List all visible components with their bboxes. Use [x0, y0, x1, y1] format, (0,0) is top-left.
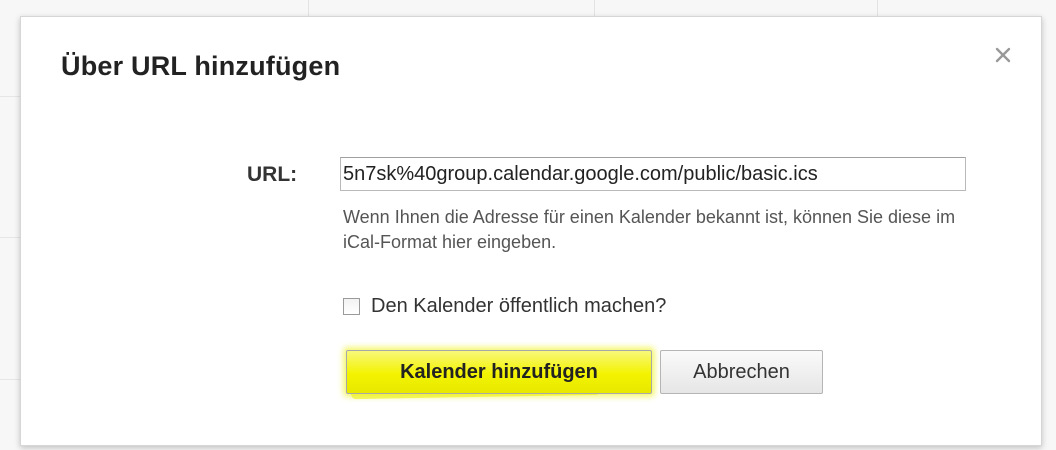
- url-help-text: Wenn Ihnen die Adresse für einen Kalende…: [343, 207, 956, 252]
- close-button[interactable]: [991, 43, 1015, 67]
- cancel-button[interactable]: Abbrechen: [660, 350, 823, 394]
- grid-line: [0, 379, 20, 380]
- public-calendar-label[interactable]: Den Kalender öffentlich machen?: [371, 295, 666, 318]
- dialog-title: Über URL hinzufügen: [61, 51, 341, 81]
- grid-line: [0, 96, 20, 97]
- add-by-url-dialog: Über URL hinzufügen URL: Wenn Ihnen die …: [20, 16, 1042, 446]
- url-input[interactable]: [340, 157, 966, 191]
- public-calendar-option: Den Kalender öffentlich machen?: [343, 294, 666, 318]
- close-icon: [995, 47, 1011, 63]
- url-label: URL:: [247, 163, 298, 186]
- public-calendar-checkbox[interactable]: [343, 297, 360, 315]
- add-calendar-button[interactable]: Kalender hinzufügen: [346, 350, 652, 394]
- grid-line: [0, 237, 20, 238]
